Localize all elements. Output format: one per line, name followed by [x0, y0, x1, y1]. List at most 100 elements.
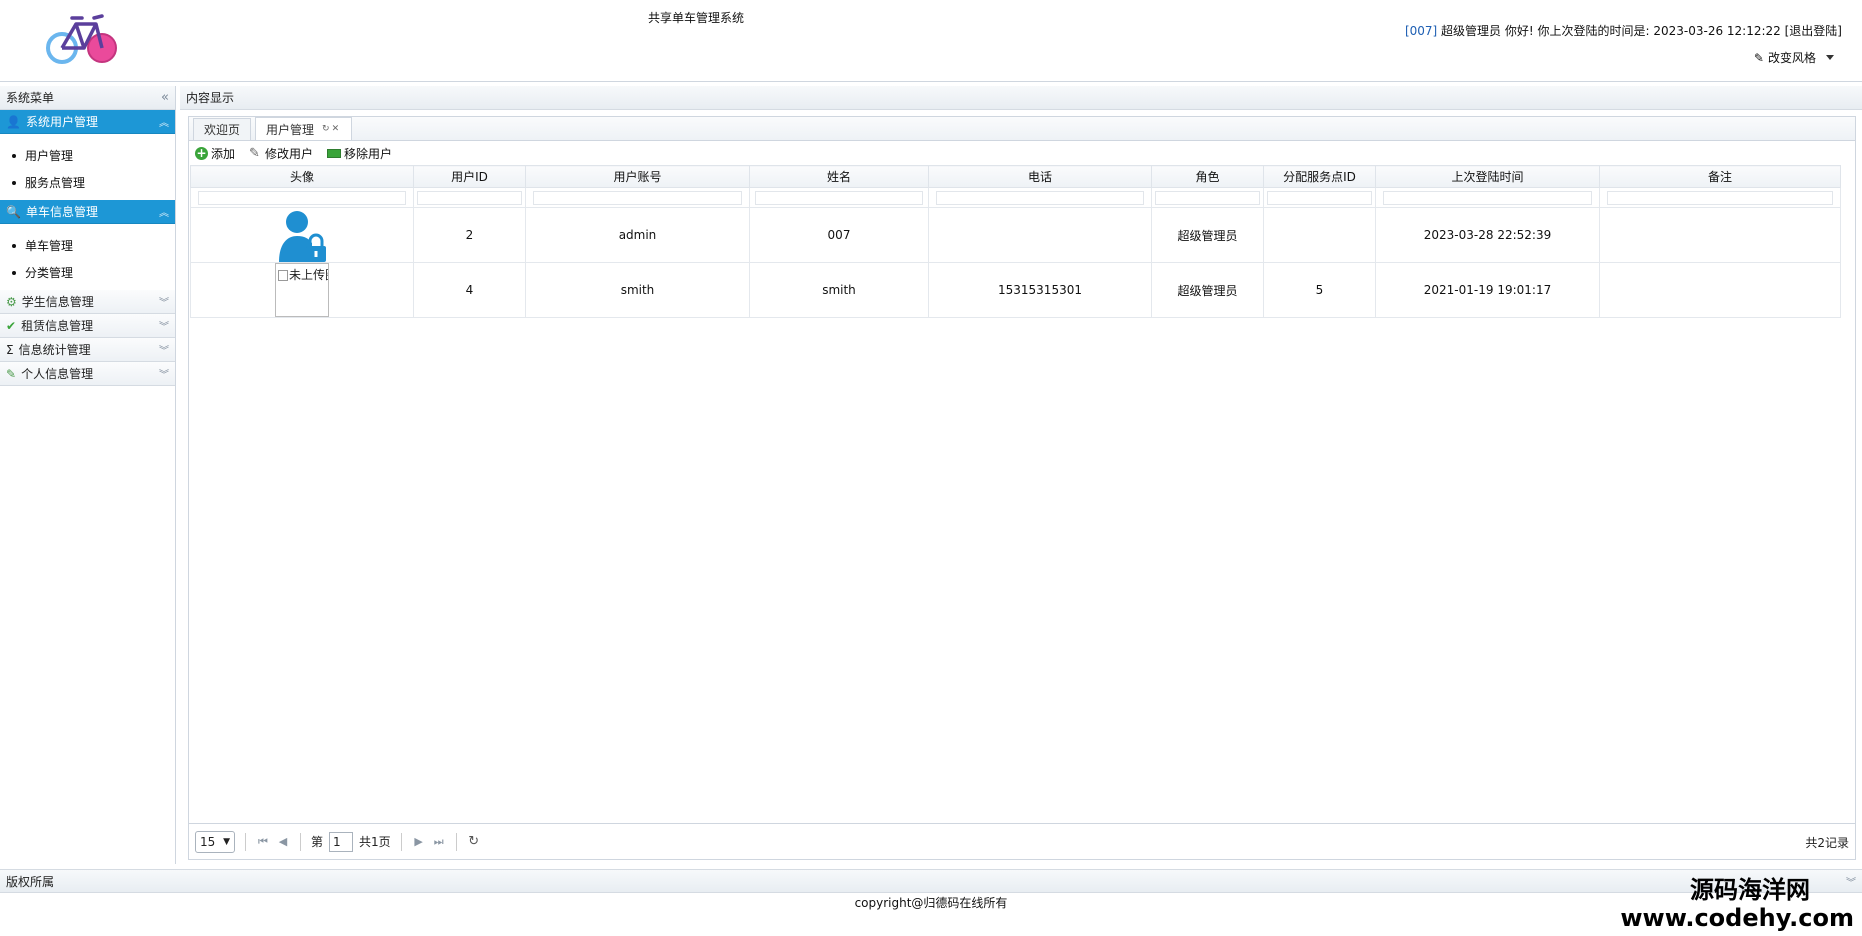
sidebar-group-bike-info[interactable]: 🔍 单车信息管理 ︽	[0, 200, 175, 224]
chevron-down-icon: ︾	[159, 322, 169, 333]
filter-input[interactable]	[755, 190, 923, 205]
bullet	[12, 180, 16, 185]
logout-link[interactable]: [退出登陆]	[1785, 24, 1842, 38]
tab-container: 欢迎页 用户管理 ↻✕ + 添加 ✎ 修改用户 移除用户 头像 用户ID 用户账…	[188, 116, 1856, 860]
app-title: 共享单车管理系统	[647, 11, 744, 25]
style-switch-label: 改变风格	[1767, 51, 1816, 65]
column-header-service-point[interactable]: 分配服务点ID	[1263, 165, 1376, 188]
filter-cell	[1599, 187, 1841, 208]
cell-remark	[1599, 207, 1841, 263]
filter-cell	[413, 187, 526, 208]
chevron-down-icon: ︾	[159, 298, 169, 309]
broken-image: 未上传图	[275, 263, 329, 317]
edit-user-button[interactable]: ✎ 修改用户	[249, 145, 313, 162]
filter-input[interactable]	[1382, 190, 1593, 205]
header: 共享单车管理系统 [007] 超级管理员 你好! 你上次登陆的时间是: 2023…	[0, 0, 1862, 82]
item-label: 单车管理	[25, 239, 74, 253]
tab-welcome[interactable]: 欢迎页	[193, 118, 252, 140]
user-info: [007] 超级管理员 你好! 你上次登陆的时间是: 2023-03-26 12…	[1405, 22, 1842, 39]
group-label: 个人信息管理	[21, 367, 94, 381]
watermark: 源码海洋网 www.codehy.com	[1620, 876, 1854, 932]
column-header-last-login[interactable]: 上次登陆时间	[1375, 165, 1600, 188]
collapse-left-icon[interactable]: «	[161, 90, 169, 105]
refresh-icon[interactable]: ↻	[467, 834, 481, 849]
filter-input[interactable]	[1155, 190, 1260, 205]
sidebar-group-rental-info[interactable]: ✔ 租赁信息管理 ︾	[0, 314, 175, 338]
sidebar-header: 系统菜单 «	[0, 86, 175, 110]
user-icon: 👤	[6, 114, 21, 129]
remove-user-button[interactable]: 移除用户	[327, 145, 392, 162]
sidebar-group-student-info[interactable]: ⚙ 学生信息管理 ︾	[0, 290, 175, 314]
page-number-input[interactable]: 1	[329, 831, 354, 852]
sidebar-item-bike-manage[interactable]: 单车管理	[0, 232, 175, 259]
filter-input[interactable]	[1607, 190, 1833, 205]
first-page-icon[interactable]: ⏮	[256, 835, 270, 849]
column-header-avatar[interactable]: 头像	[190, 165, 414, 188]
column-header-account[interactable]: 用户账号	[525, 165, 750, 188]
footer-title: 版权所属	[6, 874, 55, 889]
cell-account: smith	[525, 262, 750, 318]
group-label: 单车信息管理	[25, 205, 98, 219]
cell-phone	[928, 207, 1152, 263]
add-button[interactable]: + 添加	[195, 145, 235, 162]
group-body-system-user: 用户管理 服务点管理	[0, 134, 175, 200]
filter-cell	[1375, 187, 1600, 208]
tab-tools: ↻✕	[322, 124, 341, 134]
chevron-down-icon: ︾	[159, 346, 169, 357]
caret-down-icon	[1826, 55, 1834, 60]
table-row[interactable]: 2 admin 007 超级管理员 2023-03-28 22:52:39	[190, 207, 1841, 263]
prev-page-icon[interactable]: ◀	[276, 835, 290, 848]
filter-input[interactable]	[1267, 190, 1372, 205]
item-label: 服务点管理	[25, 176, 86, 190]
grid-toolbar: + 添加 ✎ 修改用户 移除用户	[189, 141, 1855, 165]
column-header-phone[interactable]: 电话	[928, 165, 1152, 188]
remove-icon	[327, 148, 342, 158]
table-row[interactable]: 未上传图 4 smith smith 15315315301 超级管理员 5 2…	[190, 262, 1841, 318]
filter-input[interactable]	[417, 190, 522, 205]
filter-input[interactable]	[532, 190, 743, 205]
cell-role: 超级管理员	[1151, 262, 1264, 318]
bullet	[12, 270, 16, 275]
column-header-remark[interactable]: 备注	[1599, 165, 1841, 188]
close-icon[interactable]: ✕	[332, 124, 342, 134]
separator	[300, 832, 301, 851]
broken-image-icon	[278, 270, 288, 281]
chevron-up-icon: ︽	[159, 118, 169, 129]
page-total: 共1页	[359, 835, 391, 849]
sidebar-item-service-point[interactable]: 服务点管理	[0, 169, 175, 196]
cell-service-point: 5	[1263, 262, 1376, 318]
table-header-row: 头像 用户ID 用户账号 姓名 电话 角色 分配服务点ID 上次登陆时间 备注	[190, 165, 1841, 188]
page-size-select[interactable]: 15 ▼	[195, 830, 235, 853]
filter-input[interactable]	[197, 190, 407, 205]
check-icon: ✔	[6, 318, 17, 333]
cell-service-point	[1263, 207, 1376, 263]
sidebar-group-personal-info[interactable]: ✎ 个人信息管理 ︾	[0, 362, 175, 386]
page-prefix: 第	[311, 835, 324, 849]
sidebar-item-category-manage[interactable]: 分类管理	[0, 259, 175, 286]
pencil-icon: ✎	[6, 366, 17, 381]
column-header-user-id[interactable]: 用户ID	[413, 165, 526, 188]
refresh-tab-icon[interactable]: ↻	[322, 124, 332, 134]
watermark-line2: www.codehy.com	[1620, 904, 1854, 932]
style-switch-button[interactable]: ✎ 改变风格	[1754, 49, 1834, 66]
edit-label: 修改用户	[265, 146, 314, 161]
add-label: 添加	[211, 146, 236, 161]
sidebar-group-system-user[interactable]: 👤 系统用户管理 ︽	[0, 110, 175, 134]
separator	[245, 832, 246, 851]
tab-user-manage[interactable]: 用户管理 ↻✕	[255, 117, 353, 140]
column-header-role[interactable]: 角色	[1151, 165, 1264, 188]
filter-cell	[190, 187, 414, 208]
filter-row	[190, 187, 1841, 208]
group-body-bike-info: 单车管理 分类管理	[0, 224, 175, 290]
column-header-name[interactable]: 姓名	[749, 165, 929, 188]
separator	[400, 832, 402, 851]
bullet	[12, 153, 16, 158]
sidebar-group-statistics[interactable]: Σ 信息统计管理 ︾	[0, 338, 175, 362]
remove-label: 移除用户	[344, 146, 393, 161]
chevron-down-icon: ▼	[223, 836, 230, 847]
next-page-icon[interactable]: ▶	[412, 835, 426, 848]
sidebar: 系统菜单 « 👤 系统用户管理 ︽ 用户管理 服务点管理 🔍 单车信息管理 ︽ 单车…	[0, 86, 176, 864]
sidebar-item-user-manage[interactable]: 用户管理	[0, 142, 175, 169]
filter-input[interactable]	[935, 190, 1145, 205]
last-page-icon[interactable]: ⏭	[432, 835, 446, 849]
